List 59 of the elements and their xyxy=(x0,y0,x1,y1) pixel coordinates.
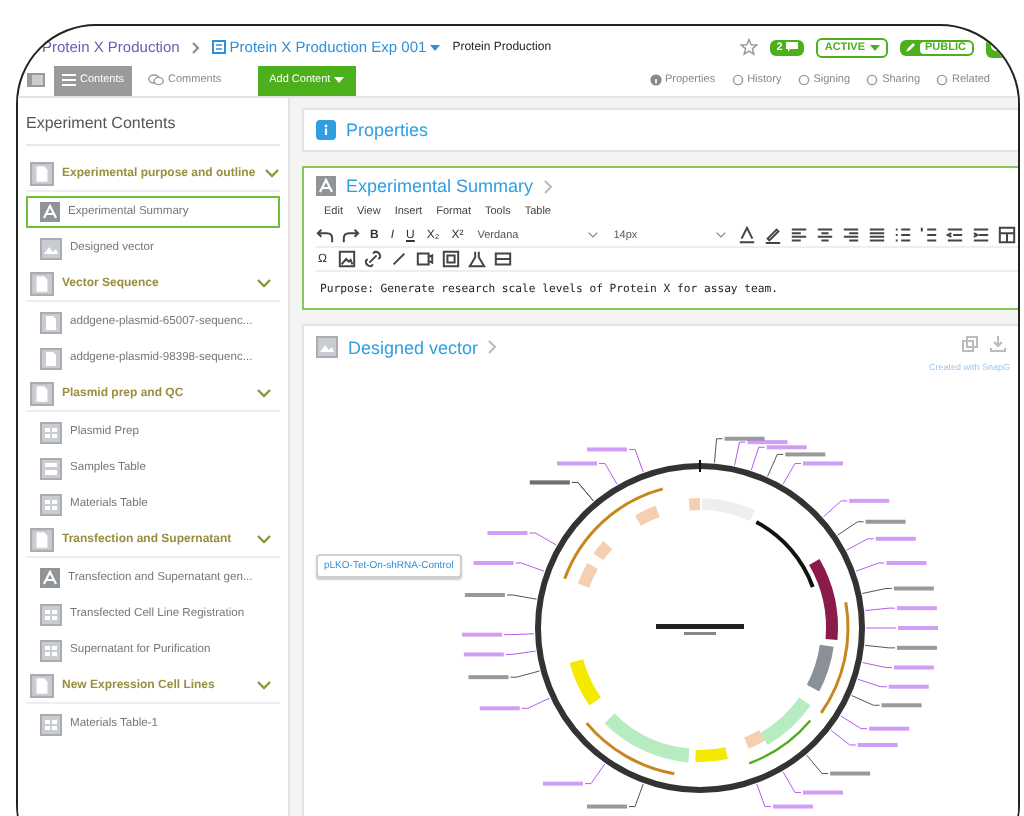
media-icon[interactable] xyxy=(415,250,433,268)
caret-icon xyxy=(430,43,441,51)
samples-table-icon xyxy=(40,457,62,479)
align-left-icon[interactable] xyxy=(789,226,808,244)
align-right-icon[interactable] xyxy=(841,226,860,244)
undo-icon[interactable] xyxy=(316,226,334,244)
section-icon xyxy=(30,382,54,406)
notebook-icon xyxy=(211,40,226,54)
table-icon xyxy=(40,493,62,515)
chevron-icon xyxy=(587,232,598,238)
document-icon xyxy=(40,311,62,333)
redo-icon[interactable] xyxy=(342,226,360,244)
table-icon[interactable] xyxy=(997,226,1016,244)
indent-icon[interactable] xyxy=(971,226,990,244)
document-icon xyxy=(40,347,62,369)
star-icon[interactable] xyxy=(740,38,759,56)
unlink-icon[interactable] xyxy=(389,250,407,268)
image-icon xyxy=(316,336,338,358)
flask-icon[interactable] xyxy=(467,250,485,268)
image-icon[interactable] xyxy=(337,250,355,268)
sidebar-toggle-icon[interactable] xyxy=(26,72,46,88)
image-icon xyxy=(40,237,62,259)
align-center-icon[interactable] xyxy=(815,226,834,244)
outdent-icon[interactable] xyxy=(945,226,964,244)
caret-icon xyxy=(869,43,880,51)
card-title[interactable]: Experimental Summary xyxy=(346,176,534,196)
list-icon xyxy=(62,74,76,86)
section-icon xyxy=(30,162,54,186)
chevron-icon[interactable] xyxy=(256,534,272,546)
chevron-icon[interactable] xyxy=(256,680,272,692)
chevron-icon[interactable] xyxy=(256,388,272,400)
table-icon xyxy=(40,713,62,735)
highlight-icon[interactable] xyxy=(763,226,782,244)
text-color-icon[interactable] xyxy=(737,226,756,244)
card-title[interactable]: Designed vector xyxy=(348,337,479,357)
speech-bubbles-icon xyxy=(148,74,165,86)
info-icon xyxy=(649,74,661,86)
section-icon xyxy=(30,674,54,698)
block-icon[interactable] xyxy=(493,250,511,268)
section-icon xyxy=(30,272,54,296)
table-icon xyxy=(40,639,62,661)
bullet-list-icon[interactable] xyxy=(893,226,912,244)
text-icon xyxy=(40,568,60,588)
chevron-icon xyxy=(715,232,726,238)
numbered-list-icon[interactable] xyxy=(919,226,938,244)
table-icon xyxy=(40,603,62,625)
sidebar-title: Experiment Contents xyxy=(26,114,280,146)
chevron-icon xyxy=(191,41,200,53)
chevron-icon[interactable] xyxy=(263,168,280,180)
text-icon xyxy=(316,176,336,196)
table-icon xyxy=(40,421,62,443)
info-icon xyxy=(316,120,336,140)
template-icon[interactable] xyxy=(441,250,459,268)
properties-title[interactable]: Properties xyxy=(346,120,429,140)
caret-icon xyxy=(334,76,345,84)
section-icon xyxy=(30,528,54,552)
chevron-icon[interactable] xyxy=(256,278,272,290)
justify-icon[interactable] xyxy=(867,226,886,244)
text-icon xyxy=(40,202,60,222)
